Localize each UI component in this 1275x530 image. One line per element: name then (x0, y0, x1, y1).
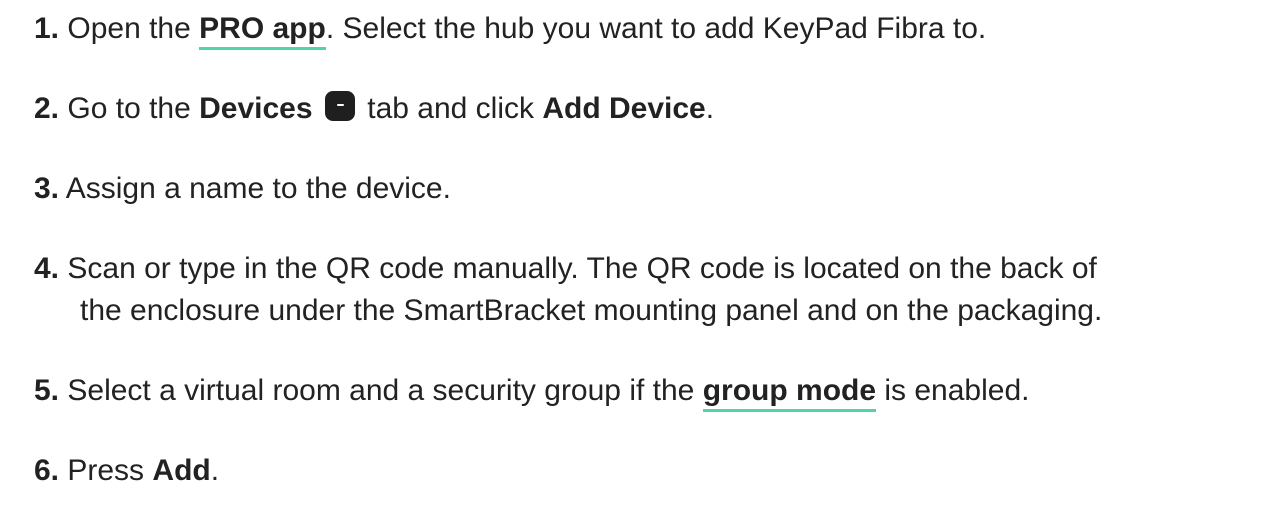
step-text: Select a virtual room and a security gro… (67, 374, 703, 407)
step-text: Assign a name to the device. (65, 172, 451, 205)
step-number: 4. (34, 252, 60, 285)
step-line: the enclosure under the SmartBracket mou… (80, 294, 1103, 327)
step-number: 2. (34, 92, 60, 125)
instruction-steps: 1. Open the PRO app. Select the hub you … (34, 8, 1272, 530)
step-text: tab and click (358, 92, 543, 125)
step-text: Open the (67, 12, 200, 45)
step-1: 1. Open the PRO app. Select the hub you … (34, 8, 1272, 50)
step-number: 1. (34, 12, 60, 45)
step-number: 3. (34, 172, 60, 205)
devices-tab-icon (324, 91, 355, 121)
step-text: Scan or type in the QR code manually. Th… (67, 252, 1097, 285)
pro-app-link[interactable]: PRO app (199, 12, 326, 50)
step-text: is enabled. (876, 374, 1030, 407)
step-3: 3. Assign a name to the device. (34, 168, 1272, 210)
step-text: . (210, 454, 220, 487)
devices-label: Devices (199, 92, 313, 125)
step-text: Press (67, 454, 153, 487)
step-5: 5. Select a virtual room and a security … (34, 370, 1272, 412)
add-device-label: Add Device (542, 92, 706, 125)
step-6: 6. Press Add. (34, 450, 1272, 492)
step-text: . Select the hub you want to add KeyPad … (325, 12, 987, 45)
step-text: Go to the (67, 92, 200, 125)
step-line: 4. Scan or type in the QR code manually.… (34, 248, 1272, 290)
add-label: Add (152, 454, 211, 487)
step-2: 2. Go to the Devices tab and click Add D… (34, 88, 1272, 130)
step-number: 6. (34, 454, 60, 487)
step-text: . (705, 92, 715, 125)
group-mode-link[interactable]: group mode (702, 374, 877, 412)
step-number: 5. (34, 374, 60, 407)
step-4: 4. Scan or type in the QR code manually.… (34, 248, 1272, 332)
